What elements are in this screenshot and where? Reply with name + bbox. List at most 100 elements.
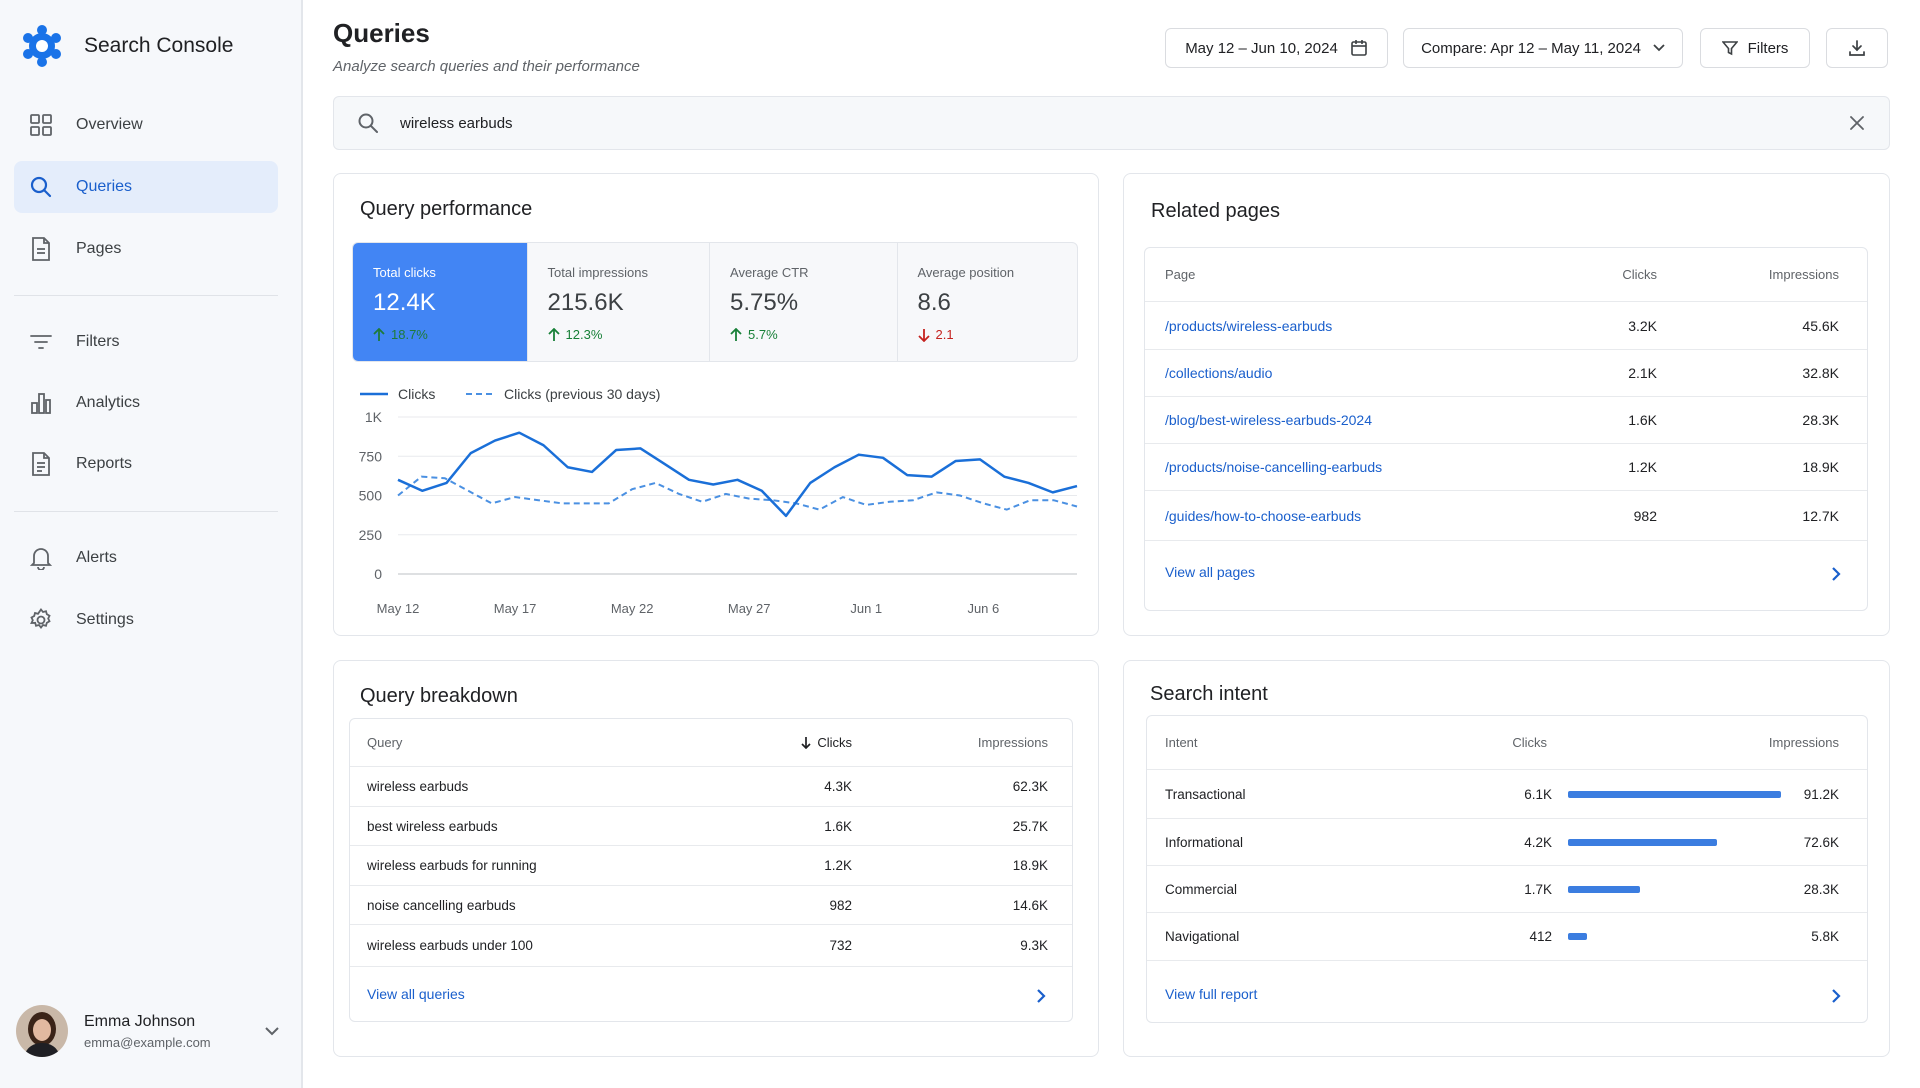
view-all-pages-link[interactable]: View all pages <box>1165 564 1255 580</box>
y-tick-label: 500 <box>359 488 383 504</box>
metric-average-position[interactable]: Average position 8.6 2.1 <box>898 243 1078 361</box>
column-header-clicks: Clicks <box>817 735 852 750</box>
column-header-clicks-sorted[interactable]: Clicks <box>801 735 852 750</box>
arrow-up-icon <box>547 327 560 341</box>
query-breakdown-card: Query breakdown Query Clicks Impressions… <box>333 660 1099 1057</box>
column-header-query[interactable]: Query <box>367 735 402 750</box>
table-header: Query Clicks Impressions <box>350 719 1072 767</box>
filters-button[interactable]: Filters <box>1700 28 1810 68</box>
column-header-clicks[interactable]: Clicks <box>1512 735 1547 750</box>
sidebar-item-settings[interactable]: Settings <box>14 594 278 646</box>
table-row[interactable]: wireless earbuds for running 1.2K 18.9K <box>350 846 1072 886</box>
nav-divider <box>14 295 278 296</box>
table-row[interactable]: Informational 4.2K 72.6K <box>1147 819 1867 866</box>
search-input[interactable] <box>400 114 1849 132</box>
sidebar-item-label: Overview <box>76 116 143 133</box>
row-clicks: 412 <box>1529 929 1552 944</box>
view-all-queries-link[interactable]: View all queries <box>367 986 465 1002</box>
brand: Search Console <box>0 0 301 92</box>
date-range-label: May 12 – Jun 10, 2024 <box>1185 39 1338 57</box>
row-clicks: 1.2K <box>1628 459 1657 475</box>
column-header-clicks[interactable]: Clicks <box>1622 267 1657 282</box>
sidebar-item-analytics[interactable]: Analytics <box>14 377 278 429</box>
close-icon[interactable] <box>1849 115 1865 131</box>
sidebar-item-queries[interactable]: Queries <box>14 161 278 213</box>
view-full-report-link[interactable]: View full report <box>1165 986 1257 1002</box>
column-header-intent[interactable]: Intent <box>1165 735 1198 750</box>
row-impressions: 32.8K <box>1802 365 1839 381</box>
column-header-impressions[interactable]: Impressions <box>1769 267 1839 282</box>
chevron-down-icon[interactable] <box>264 1026 280 1036</box>
card-title: Related pages <box>1151 200 1280 222</box>
chevron-right-icon[interactable] <box>1831 566 1841 582</box>
row-query: wireless earbuds for running <box>367 858 537 873</box>
table-row[interactable]: noise cancelling earbuds 982 14.6K <box>350 886 1072 925</box>
metric-delta: 5.7% <box>730 327 778 342</box>
metric-total-clicks[interactable]: Total clicks 12.4K 18.7% <box>353 243 528 361</box>
calendar-icon <box>1350 40 1367 56</box>
table-row[interactable]: wireless earbuds under 100 732 9.3K <box>350 925 1072 967</box>
metric-tiles: Total clicks 12.4K 18.7% Total impressio… <box>352 242 1078 362</box>
sidebar-item-overview[interactable]: Overview <box>14 99 278 151</box>
x-tick-label: May 27 <box>728 601 771 616</box>
avatar <box>16 1005 68 1057</box>
column-header-impressions[interactable]: Impressions <box>978 735 1048 750</box>
x-tick-label: Jun 1 <box>850 601 882 616</box>
search-console-logo <box>23 25 61 67</box>
metric-delta: 2.1 <box>917 327 954 342</box>
table-header: Intent Clicks Impressions <box>1147 716 1867 770</box>
page-link[interactable]: /collections/audio <box>1165 365 1272 381</box>
user-email: emma@example.com <box>84 1034 211 1050</box>
metric-value: 12.4K <box>373 289 436 316</box>
page-link[interactable]: /guides/how-to-choose-earbuds <box>1165 508 1361 524</box>
row-impressions: 9.3K <box>1020 938 1048 953</box>
search-intent-card: Search intent Intent Clicks Impressions … <box>1123 660 1890 1057</box>
table-row[interactable]: Commercial 1.7K 28.3K <box>1147 866 1867 913</box>
bell-icon <box>28 545 54 571</box>
y-tick-label: 250 <box>359 527 383 543</box>
sidebar-item-label: Queries <box>76 178 133 195</box>
page-link[interactable]: /blog/best-wireless-earbuds-2024 <box>1165 412 1372 428</box>
table-row[interactable]: best wireless earbuds 1.6K 25.7K <box>350 807 1072 846</box>
table-row[interactable]: Transactional 6.1K 91.2K <box>1147 770 1867 819</box>
app-name: Search Console <box>84 34 234 57</box>
column-header-impressions[interactable]: Impressions <box>1769 735 1839 750</box>
row-impressions: 12.7K <box>1802 507 1839 524</box>
date-range-button[interactable]: May 12 – Jun 10, 2024 <box>1165 28 1388 68</box>
sidebar-item-filters[interactable]: Filters <box>14 316 278 368</box>
clicks-line-chart: Clicks Clicks (previous 30 days) 0 250 500 75… <box>359 386 1078 616</box>
metric-value: 5.75% <box>730 289 799 316</box>
intent-share-bar <box>1568 838 1717 846</box>
y-tick-label: 750 <box>359 448 383 464</box>
table-row[interactable]: Navigational 412 5.8K <box>1147 913 1867 961</box>
row-query: best wireless earbuds <box>367 818 498 834</box>
download-button[interactable] <box>1826 28 1888 68</box>
search-icon <box>28 174 54 200</box>
intent-share-bar <box>1568 933 1587 940</box>
sidebar-item-reports[interactable]: Reports <box>14 438 278 490</box>
table-row[interactable]: wireless earbuds 4.3K 62.3K <box>350 767 1072 807</box>
filters-label: Filters <box>1747 39 1789 57</box>
row-clicks: 1.2K <box>824 858 852 873</box>
metric-total-impressions[interactable]: Total impressions 215.6K 12.3% <box>528 243 711 361</box>
metric-delta-value: 2.1 <box>935 327 954 342</box>
chevron-right-icon[interactable] <box>1036 988 1046 1004</box>
row-clicks: 1.7K <box>1524 881 1552 897</box>
row-query: wireless earbuds under 100 <box>367 938 533 953</box>
compare-dropdown[interactable]: Compare: Apr 12 – May 11, 2024 <box>1403 28 1683 68</box>
user-profile[interactable]: Emma Johnson emma@example.com <box>16 1004 286 1058</box>
sidebar-item-pages[interactable]: Pages <box>14 223 278 275</box>
row-impressions: 14.6K <box>1012 897 1048 913</box>
sidebar-item-label: Pages <box>76 240 122 257</box>
page-link[interactable]: /products/noise-cancelling-earbuds <box>1165 459 1382 475</box>
row-clicks: 732 <box>829 938 852 953</box>
chevron-right-icon[interactable] <box>1831 988 1841 1004</box>
row-intent: Transactional <box>1165 786 1246 802</box>
sidebar-item-alerts[interactable]: Alerts <box>14 532 278 584</box>
row-impressions: 62.3K <box>1012 779 1048 794</box>
search-bar <box>333 96 1890 150</box>
metric-average-ctr[interactable]: Average CTR 5.75% 5.7% <box>710 243 898 361</box>
page-link[interactable]: /products/wireless-earbuds <box>1165 318 1332 334</box>
column-header-page[interactable]: Page <box>1165 267 1195 282</box>
sidebar-item-label: Settings <box>76 611 134 628</box>
